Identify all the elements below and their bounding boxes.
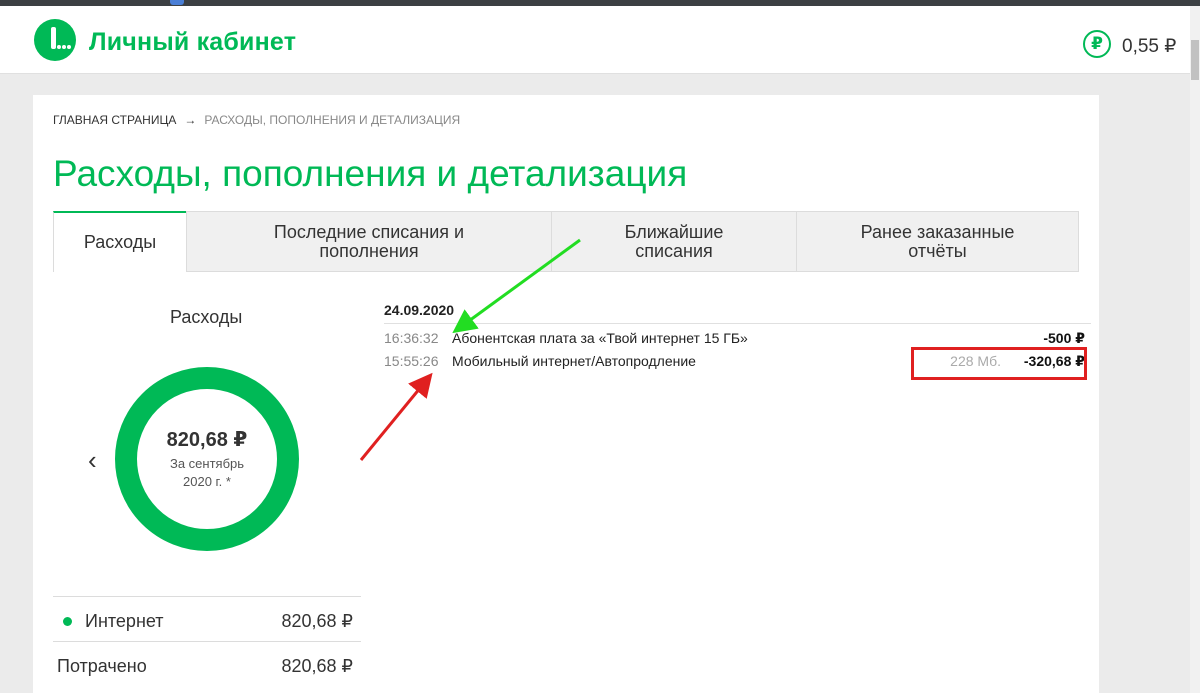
- transaction-time: 15:55:26: [384, 353, 439, 369]
- page-scrollbar[interactable]: [1190, 6, 1200, 693]
- transaction-description: Мобильный интернет/Автопродление: [452, 353, 696, 369]
- expenses-total: 820,68 ₽: [166, 429, 248, 451]
- green-bullet-icon: [63, 617, 72, 626]
- period-line: За сентябрь: [169, 456, 245, 471]
- expenses-period: За сентябрь 2020 г. *: [137, 455, 277, 491]
- tab-expenses[interactable]: Расходы: [53, 211, 187, 272]
- date-divider: [384, 323, 1091, 324]
- site-title[interactable]: Личный кабинет: [89, 28, 296, 57]
- transaction-amount: -500 ₽: [1043, 330, 1085, 346]
- transaction-time: 16:36:32: [384, 330, 439, 346]
- details-date: 24.09.2020: [384, 302, 455, 318]
- site-header: Личный кабинет ₽ 0,55 ₽: [0, 6, 1190, 74]
- transaction-description: Абонентская плата за «Твой интернет 15 Г…: [452, 330, 748, 346]
- summary-row-spent: Потрачено 820,68 ₽: [53, 641, 361, 686]
- tab-recent-transactions[interactable]: Последние списания и пополнения: [186, 211, 552, 272]
- summary-value: 820,68 ₽: [281, 656, 353, 676]
- megafon-logo-icon[interactable]: [34, 19, 76, 61]
- balance-value[interactable]: 0,55 ₽: [1122, 35, 1176, 58]
- summary-label: Интернет: [85, 611, 164, 631]
- summary-value: 820,68 ₽: [281, 611, 353, 631]
- tab-label: отчёты: [908, 240, 967, 261]
- tab-label: пополнения: [319, 240, 419, 261]
- period-line: 2020 г. *: [183, 474, 231, 489]
- tab-ordered-reports[interactable]: Ранее заказанные отчёты: [796, 211, 1079, 272]
- tab-label: Последние списания и: [273, 221, 465, 242]
- summary-row-internet: Интернет 820,68 ₽: [53, 596, 361, 641]
- browser-tab-indicator: [170, 0, 184, 5]
- tab-label: Ранее заказанные: [860, 221, 1015, 242]
- ruble-icon[interactable]: ₽: [1083, 30, 1111, 58]
- summary-label: Потрачено: [57, 656, 147, 676]
- breadcrumb-separator: →: [184, 113, 197, 127]
- tab-label: списания: [635, 240, 713, 261]
- tab-label: Ближайшие: [624, 221, 724, 242]
- expenses-donut-chart: 820,68 ₽ За сентябрь 2020 г. *: [115, 367, 299, 551]
- scrollbar-thumb[interactable]: [1191, 40, 1199, 80]
- chevron-left-icon[interactable]: ‹: [88, 445, 97, 476]
- main-content: Главная страница → Расходы, пополнения и д…: [33, 95, 1099, 693]
- tab-bar: Расходы Последние списания и пополнения Б…: [53, 211, 1079, 272]
- red-highlight-box: [911, 347, 1087, 380]
- expenses-title: Расходы: [170, 307, 243, 327]
- page-title: Расходы, пополнения и детализация: [53, 153, 688, 194]
- tab-label: Расходы: [83, 232, 157, 252]
- breadcrumb-current: Расходы, пополнения и детализация: [204, 113, 461, 127]
- tab-upcoming-charges[interactable]: Ближайшие списания: [551, 211, 797, 272]
- breadcrumb: Главная страница → Расходы, пополнения и д…: [53, 113, 460, 127]
- breadcrumb-home-link[interactable]: Главная страница: [53, 113, 176, 127]
